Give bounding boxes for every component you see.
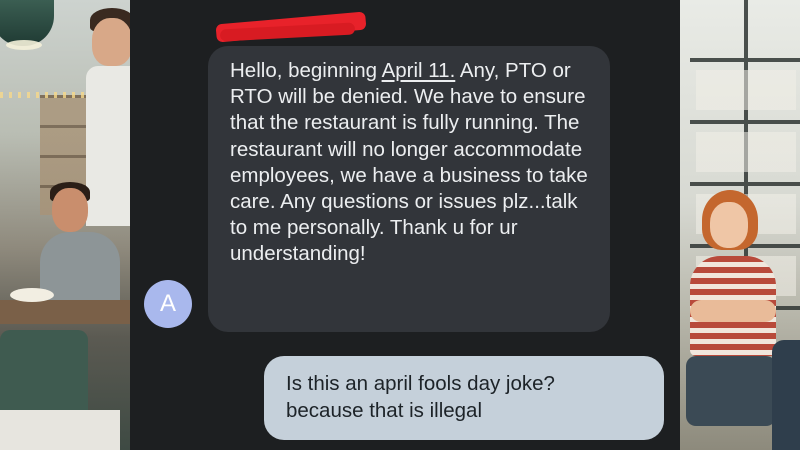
woman-crossed-arms <box>690 300 776 322</box>
incoming-message-bubble[interactable]: Hello, beginning April 11. Any, PTO or R… <box>208 46 610 332</box>
woman-face <box>710 202 748 248</box>
incoming-message-date-link[interactable]: April 11. <box>382 59 456 82</box>
outgoing-message-line-1: Is this an april fools day joke? <box>286 372 555 395</box>
incoming-message-start: Hello, beginning <box>230 59 382 82</box>
incoming-message-rest: Any, PTO or RTO will be denied. We have … <box>230 59 588 266</box>
restaurant-table <box>0 300 130 324</box>
food-plate <box>10 288 54 302</box>
lamp-glow <box>6 40 42 50</box>
waiter-body <box>86 66 130 226</box>
waiter-head <box>92 18 130 66</box>
meme-frame: Hello, beginning April 11. Any, PTO or R… <box>0 0 800 450</box>
woman-legs <box>686 356 776 426</box>
restaurant-photo-left <box>0 0 130 450</box>
diner-head <box>52 188 88 232</box>
chat-screen: Hello, beginning April 11. Any, PTO or R… <box>130 0 680 450</box>
outgoing-message-line-2: because that is illegal <box>286 399 483 422</box>
second-person <box>772 340 800 450</box>
outgoing-message-bubble[interactable]: Is this an april fools day joke? because… <box>264 356 664 440</box>
sender-avatar[interactable]: A <box>144 280 192 328</box>
white-chair <box>0 410 120 450</box>
